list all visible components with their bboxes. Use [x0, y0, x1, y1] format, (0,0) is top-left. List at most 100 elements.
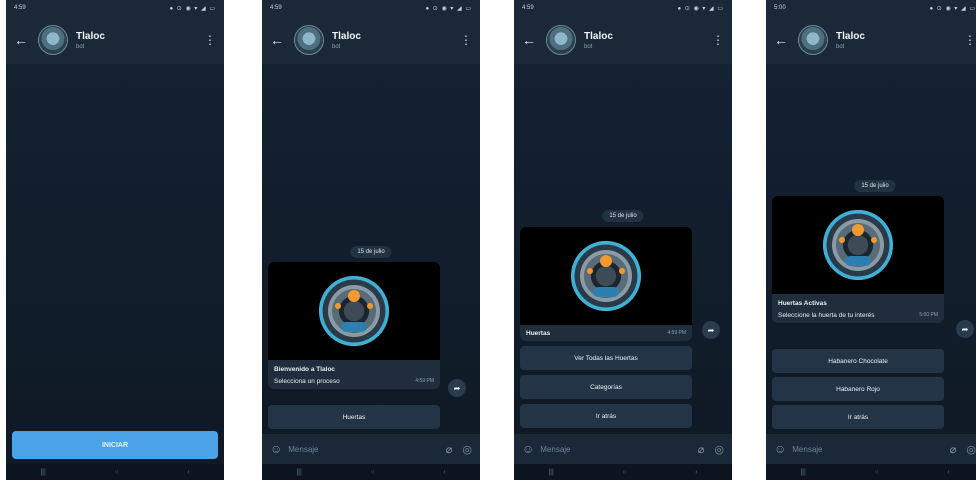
chat-header: ← Tlaloc bot ⋮ — [262, 16, 480, 64]
bot-message: Huertas Activas Seleccione la huerta de … — [772, 196, 944, 323]
home-icon[interactable]: ○ — [114, 469, 118, 476]
bot-avatar[interactable] — [546, 25, 576, 55]
chat-subtitle: bot — [332, 43, 341, 50]
share-icon[interactable]: ➦ — [448, 379, 466, 397]
status-bar: 4:59 ● ⊙ ◉ ▾ ◢ ▭ — [6, 0, 224, 16]
nav-back-icon[interactable]: ‹ — [443, 469, 445, 476]
status-time: 4:59 — [14, 5, 26, 11]
more-menu-icon[interactable]: ⋮ — [712, 33, 724, 47]
bot-message: Huertas 4:59 PM — [520, 227, 692, 341]
message-image[interactable] — [520, 227, 692, 325]
robot-logo-image — [571, 241, 641, 311]
message-title-row: Huertas 4:59 PM — [520, 325, 692, 341]
inline-button-huertas[interactable]: Huertas — [268, 405, 440, 429]
chat-title-block[interactable]: Tlaloc bot — [584, 31, 712, 50]
status-time: 4:59 — [522, 5, 534, 11]
status-icons: ● ⊙ ◉ ▾ ◢ ▭ — [677, 5, 724, 12]
status-icons: ● ⊙ ◉ ▾ ◢ ▭ — [425, 5, 472, 12]
emoji-icon[interactable]: ☺ — [270, 442, 282, 456]
chat-title-block[interactable]: Tlaloc bot — [332, 31, 460, 50]
compose-bar: ☺ Mensaje ⌀ ◎ — [262, 434, 480, 464]
chat-title: Tlaloc — [332, 30, 361, 42]
phone-screen-3: 4:59 ● ⊙ ◉ ▾ ◢ ▭ ← Tlaloc bot ⋮ 15 de ju… — [514, 0, 732, 480]
system-nav-bar: ||| ○ ‹ — [766, 464, 976, 480]
recent-apps-icon[interactable]: ||| — [296, 469, 301, 476]
chat-area: 15 de julio Huertas Activas Seleccione l… — [766, 64, 976, 434]
compose-bar: ☺ Mensaje ⌀ ◎ — [514, 434, 732, 464]
chat-header: ← Tlaloc bot ⋮ — [766, 16, 976, 64]
inline-button-categorias[interactable]: Categorías — [520, 375, 692, 399]
message-input[interactable]: Mensaje — [540, 445, 688, 454]
home-icon[interactable]: ○ — [874, 469, 878, 476]
chat-area — [6, 64, 224, 434]
chat-title: Tlaloc — [836, 30, 865, 42]
emoji-icon[interactable]: ☺ — [774, 442, 786, 456]
attach-icon[interactable]: ⌀ — [950, 443, 957, 456]
share-icon[interactable]: ➦ — [702, 321, 720, 339]
message-image[interactable] — [268, 262, 440, 360]
date-chip: 15 de julio — [854, 180, 896, 192]
chat-title: Tlaloc — [76, 30, 105, 42]
attach-icon[interactable]: ⌀ — [446, 443, 453, 456]
share-icon[interactable]: ➦ — [956, 320, 974, 338]
emoji-icon[interactable]: ☺ — [522, 442, 534, 456]
status-bar: 4:59 ● ⊙ ◉ ▾ ◢ ▭ — [262, 0, 480, 16]
date-chip: 15 de julio — [602, 210, 644, 222]
recent-apps-icon[interactable]: ||| — [40, 469, 45, 476]
start-button[interactable]: INICIAR — [12, 431, 218, 459]
status-icons: ● ⊙ ◉ ▾ ◢ ▭ — [929, 5, 976, 12]
camera-icon[interactable]: ◎ — [462, 443, 472, 456]
chat-header: ← Tlaloc bot ⋮ — [514, 16, 732, 64]
more-menu-icon[interactable]: ⋮ — [204, 33, 216, 47]
chat-header: ← Tlaloc bot ⋮ — [6, 16, 224, 64]
back-arrow-icon[interactable]: ← — [14, 32, 32, 48]
nav-back-icon[interactable]: ‹ — [947, 469, 949, 476]
home-icon[interactable]: ○ — [370, 469, 374, 476]
chat-title-block[interactable]: Tlaloc bot — [836, 31, 964, 50]
chat-title-block[interactable]: Tlaloc bot — [76, 31, 204, 50]
chat-title: Tlaloc — [584, 30, 613, 42]
system-nav-bar: ||| ○ ‹ — [514, 464, 732, 480]
bot-avatar[interactable] — [38, 25, 68, 55]
phone-screen-1: 4:59 ● ⊙ ◉ ▾ ◢ ▭ ← Tlaloc bot ⋮ INICIAR … — [6, 0, 224, 480]
robot-logo-image — [319, 276, 389, 346]
inline-button-ir-atras[interactable]: Ir atrás — [520, 404, 692, 428]
home-icon[interactable]: ○ — [622, 469, 626, 476]
status-bar: 5:00 ● ⊙ ◉ ▾ ◢ ▭ — [766, 0, 976, 16]
phone-screen-4: 5:00 ● ⊙ ◉ ▾ ◢ ▭ ← Tlaloc bot ⋮ 15 de ju… — [766, 0, 976, 480]
date-chip: 15 de julio — [350, 246, 392, 258]
message-input[interactable]: Mensaje — [792, 445, 940, 454]
inline-button-habanero-chocolate[interactable]: Habanero Chocolate — [772, 349, 944, 373]
more-menu-icon[interactable]: ⋮ — [964, 33, 976, 47]
status-bar: 4:59 ● ⊙ ◉ ▾ ◢ ▭ — [514, 0, 732, 16]
nav-back-icon[interactable]: ‹ — [695, 469, 697, 476]
message-time: 4:59 PM — [667, 330, 686, 336]
camera-icon[interactable]: ◎ — [714, 443, 724, 456]
message-body: Selecciona un proceso — [274, 378, 340, 385]
bot-message: Bienvenido a Tlaloc Selecciona un proces… — [268, 262, 440, 389]
back-arrow-icon[interactable]: ← — [270, 32, 288, 48]
nav-back-icon[interactable]: ‹ — [187, 469, 189, 476]
chat-area: 15 de julio Bienvenido a Tlaloc Seleccio… — [262, 64, 480, 434]
recent-apps-icon[interactable]: ||| — [548, 469, 553, 476]
recent-apps-icon[interactable]: ||| — [800, 469, 805, 476]
status-time: 5:00 — [774, 5, 786, 11]
back-arrow-icon[interactable]: ← — [774, 32, 792, 48]
bot-avatar[interactable] — [294, 25, 324, 55]
inline-button-ver-todas[interactable]: Ver Todas las Huertas — [520, 346, 692, 370]
back-arrow-icon[interactable]: ← — [522, 32, 540, 48]
message-time: 4:59 PM — [415, 378, 434, 384]
camera-icon[interactable]: ◎ — [966, 443, 976, 456]
start-bar: INICIAR — [6, 426, 224, 464]
message-image[interactable] — [772, 196, 944, 294]
status-icons: ● ⊙ ◉ ▾ ◢ ▭ — [169, 5, 216, 12]
message-title: Bienvenido a Tlaloc — [274, 366, 336, 373]
attach-icon[interactable]: ⌀ — [698, 443, 705, 456]
more-menu-icon[interactable]: ⋮ — [460, 33, 472, 47]
inline-button-ir-atras[interactable]: Ir atrás — [772, 405, 944, 429]
message-time: 5:00 PM — [919, 312, 938, 318]
inline-button-habanero-rojo[interactable]: Habanero Rojo — [772, 377, 944, 401]
bot-avatar[interactable] — [798, 25, 828, 55]
message-input[interactable]: Mensaje — [288, 445, 436, 454]
chat-subtitle: bot — [584, 43, 593, 50]
